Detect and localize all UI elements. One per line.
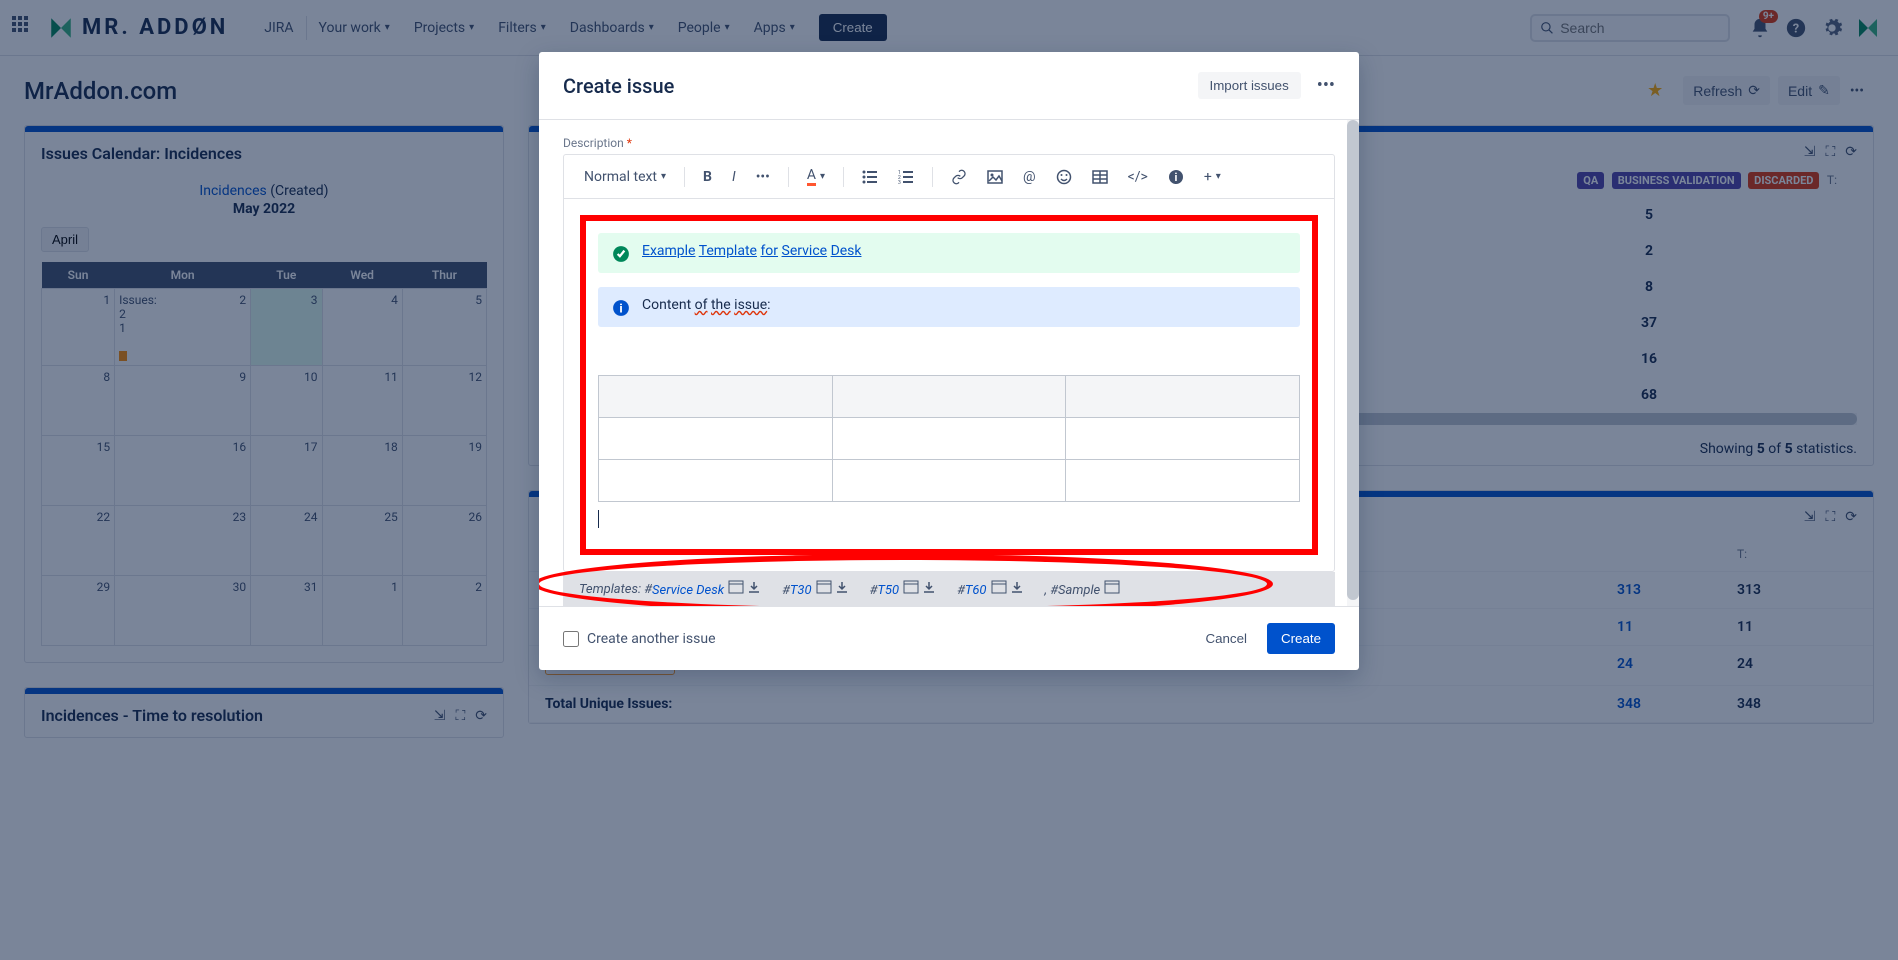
cancel-button[interactable]: Cancel [1193, 623, 1259, 654]
download-icon[interactable] [834, 580, 850, 594]
bullet-list-button[interactable] [854, 165, 886, 189]
templates-bar: Templates: # Service Desk #T30 #T50 #T60… [563, 572, 1335, 606]
description-editor: Normal text ▾ B I ••• A ▾ 123 [563, 154, 1335, 572]
numbered-list-button[interactable]: 123 [890, 165, 922, 189]
more-formatting-button[interactable]: ••• [748, 165, 778, 189]
text-color-button[interactable]: A ▾ [799, 163, 833, 190]
create-another-checkbox[interactable]: Create another issue [563, 631, 716, 647]
annotation-box: Example Template for Service Desk i Cont… [580, 215, 1318, 555]
chevron-down-icon: ▾ [661, 171, 666, 182]
template-service-desk[interactable]: Service Desk [652, 583, 724, 598]
mention-button[interactable]: @ [1015, 165, 1044, 189]
template-sample[interactable]: , #Sample [1045, 583, 1101, 598]
modal-scrollbar[interactable] [1347, 120, 1359, 606]
emoji-button[interactable] [1048, 165, 1080, 189]
info-button[interactable]: i [1160, 165, 1192, 189]
modal-title: Create issue [563, 74, 674, 98]
table-button[interactable] [1084, 165, 1116, 189]
modal-overlay: Create issue Import issues ••• Descripti… [0, 0, 1898, 960]
create-issue-modal: Create issue Import issues ••• Descripti… [539, 52, 1359, 670]
code-button[interactable]: </> [1120, 165, 1156, 189]
text-style-select[interactable]: Normal text ▾ [576, 165, 674, 189]
apply-icon[interactable] [816, 580, 832, 594]
editor-content[interactable]: Example Template for Service Desk i Cont… [564, 199, 1334, 571]
editor-table[interactable] [598, 375, 1300, 502]
import-issues-button[interactable]: Import issues [1198, 72, 1301, 99]
image-button[interactable] [979, 165, 1011, 189]
apply-icon[interactable] [991, 580, 1007, 594]
text-cursor [598, 510, 599, 528]
apply-icon[interactable] [903, 580, 919, 594]
template-t60[interactable]: T60 [965, 583, 987, 598]
create-submit-button[interactable]: Create [1267, 623, 1335, 654]
info-circle-icon: i [612, 299, 630, 317]
apply-icon[interactable] [728, 580, 744, 594]
svg-text:i: i [619, 303, 622, 317]
download-icon[interactable] [746, 580, 762, 594]
editor-toolbar: Normal text ▾ B I ••• A ▾ 123 [564, 155, 1334, 199]
download-icon[interactable] [1009, 580, 1025, 594]
modal-more-icon[interactable]: ••• [1317, 75, 1335, 96]
add-button[interactable]: + ▾ [1196, 165, 1229, 189]
description-label: Description * [563, 136, 1335, 150]
success-panel: Example Template for Service Desk [598, 233, 1300, 273]
italic-button[interactable]: I [724, 165, 744, 189]
template-t50[interactable]: T50 [877, 583, 899, 598]
download-icon[interactable] [921, 580, 937, 594]
svg-text:i: i [1174, 171, 1177, 184]
template-t30[interactable]: T30 [790, 583, 812, 598]
check-circle-icon [612, 245, 630, 263]
bold-button[interactable]: B [695, 165, 720, 189]
link-button[interactable] [943, 165, 975, 189]
svg-text:3: 3 [898, 180, 901, 185]
apply-icon[interactable] [1104, 580, 1120, 594]
info-panel: i Content of the issue: [598, 287, 1300, 327]
